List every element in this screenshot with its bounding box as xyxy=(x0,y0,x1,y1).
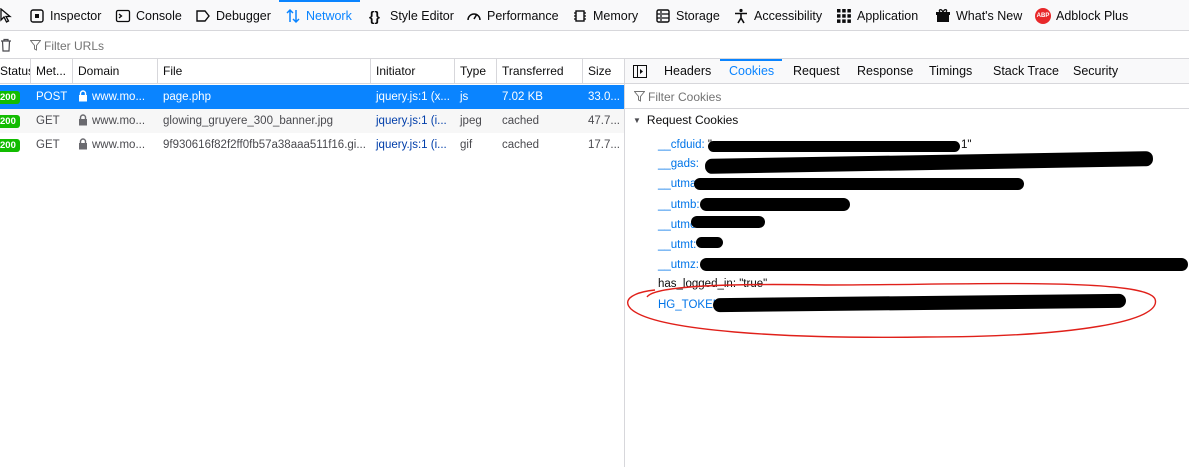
tab-whats-new[interactable]: What's New xyxy=(935,0,1022,31)
console-icon xyxy=(115,8,131,24)
column-type[interactable]: Type xyxy=(455,59,497,83)
clear-icon[interactable] xyxy=(0,38,12,55)
domain-cell: www.mo... xyxy=(73,85,158,109)
status-badge: 200 xyxy=(0,139,20,152)
filter-bar: Filter URLs xyxy=(0,31,1189,59)
column-size[interactable]: Size xyxy=(583,59,625,83)
column-domain[interactable]: Domain xyxy=(73,59,158,83)
method-cell: GET xyxy=(36,139,60,151)
debugger-icon xyxy=(195,8,211,24)
tab-application[interactable]: Application xyxy=(836,0,918,31)
tab-label: Network xyxy=(306,8,352,23)
tab-label: Adblock Plus xyxy=(1056,8,1129,23)
tab-accessibility[interactable]: Accessibility xyxy=(733,0,822,31)
tab-performance[interactable]: Performance xyxy=(466,0,559,31)
tab-network[interactable]: Network xyxy=(285,0,352,31)
column-initiator[interactable]: Initiator xyxy=(371,59,455,83)
whats-new-icon xyxy=(935,8,951,24)
initiator-link[interactable]: jquery.js:1 (i... xyxy=(371,133,455,157)
filter-icon xyxy=(29,40,42,54)
tab-console[interactable]: Console xyxy=(115,0,182,31)
pick-element-icon[interactable] xyxy=(0,7,14,27)
tab-adblock-plus[interactable]: ABP Adblock Plus xyxy=(1035,0,1128,31)
tab-inspector[interactable]: Inspector xyxy=(29,0,101,31)
size-cell: 33.0... xyxy=(588,91,620,103)
application-icon xyxy=(836,8,852,24)
tab-label: Console xyxy=(136,8,182,23)
transferred-cell: cached xyxy=(502,115,540,127)
column-status[interactable]: Status xyxy=(0,59,31,83)
domain-text: www.mo... xyxy=(92,115,146,127)
lock-icon xyxy=(78,87,88,109)
network-icon xyxy=(285,8,301,24)
table-row[interactable]: 200 POST www.mo... page.php jquery.js:1 … xyxy=(0,85,625,109)
file-cell: glowing_gruyere_300_banner.jpg xyxy=(163,115,334,127)
adblock-plus-icon: ABP xyxy=(1035,7,1051,24)
tab-label: Inspector xyxy=(50,8,102,23)
lock-icon xyxy=(78,111,88,133)
tab-label: Application xyxy=(857,8,919,23)
status-badge: 200 xyxy=(0,91,20,104)
transferred-cell: 7.02 KB xyxy=(502,91,543,103)
tab-debugger[interactable]: Debugger xyxy=(195,0,271,31)
tab-label: Accessibility xyxy=(754,8,823,23)
highlight-ellipse xyxy=(627,282,1157,338)
method-cell: GET xyxy=(36,115,60,127)
tab-label: Storage xyxy=(676,8,720,23)
column-transferred[interactable]: Transferred xyxy=(497,59,583,83)
tab-label: Performance xyxy=(487,8,559,23)
filter-urls-input[interactable]: Filter URLs xyxy=(44,39,104,53)
type-cell: gif xyxy=(460,139,473,151)
domain-cell: www.mo... xyxy=(73,133,158,157)
column-method[interactable]: Met... xyxy=(31,59,73,83)
tab-storage[interactable]: Storage xyxy=(655,0,720,31)
method-cell: POST xyxy=(36,91,68,103)
initiator-link[interactable]: jquery.js:1 (x... xyxy=(371,85,455,109)
storage-icon xyxy=(655,8,671,24)
transferred-cell: cached xyxy=(502,139,540,151)
status-badge: 200 xyxy=(0,115,20,128)
table-row[interactable]: 200 GET www.mo... 9f930616f82f2ff0fb57a3… xyxy=(0,133,625,157)
tab-memory[interactable]: Memory xyxy=(572,0,638,31)
accessibility-icon xyxy=(733,8,749,24)
style-editor-icon: {} xyxy=(369,7,380,24)
tab-style-editor[interactable]: {} Style Editor xyxy=(369,0,454,31)
inspector-icon xyxy=(29,8,45,24)
lock-icon xyxy=(78,135,88,157)
type-cell: js xyxy=(460,91,469,103)
size-cell: 17.7... xyxy=(588,139,620,151)
devtools-toolbar: Inspector Console Debugger Network {} St… xyxy=(0,0,1189,31)
request-list-header: Status Met... Domain File Initiator Type… xyxy=(0,59,625,84)
file-cell: 9f930616f82f2ff0fb57a38aaa511f16.gi... xyxy=(163,139,366,151)
memory-icon xyxy=(572,8,588,24)
tab-label: What's New xyxy=(956,8,1023,23)
domain-text: www.mo... xyxy=(92,139,146,151)
file-cell: page.php xyxy=(163,91,211,103)
type-cell: jpeg xyxy=(460,115,482,127)
column-file[interactable]: File xyxy=(158,59,371,83)
performance-icon xyxy=(466,8,482,24)
domain-cell: www.mo... xyxy=(73,109,158,133)
size-cell: 47.7... xyxy=(588,115,620,127)
initiator-link[interactable]: jquery.js:1 (i... xyxy=(371,109,455,133)
tab-label: Style Editor xyxy=(390,8,454,23)
details-panel: Headers Cookies Request Response Timings… xyxy=(625,59,1189,467)
domain-text: www.mo... xyxy=(92,91,146,103)
request-list: Status Met... Domain File Initiator Type… xyxy=(0,59,625,467)
tab-label: Debugger xyxy=(216,8,271,23)
tab-label: Memory xyxy=(593,8,639,23)
table-row[interactable]: 200 GET www.mo... glowing_gruyere_300_ba… xyxy=(0,109,625,133)
